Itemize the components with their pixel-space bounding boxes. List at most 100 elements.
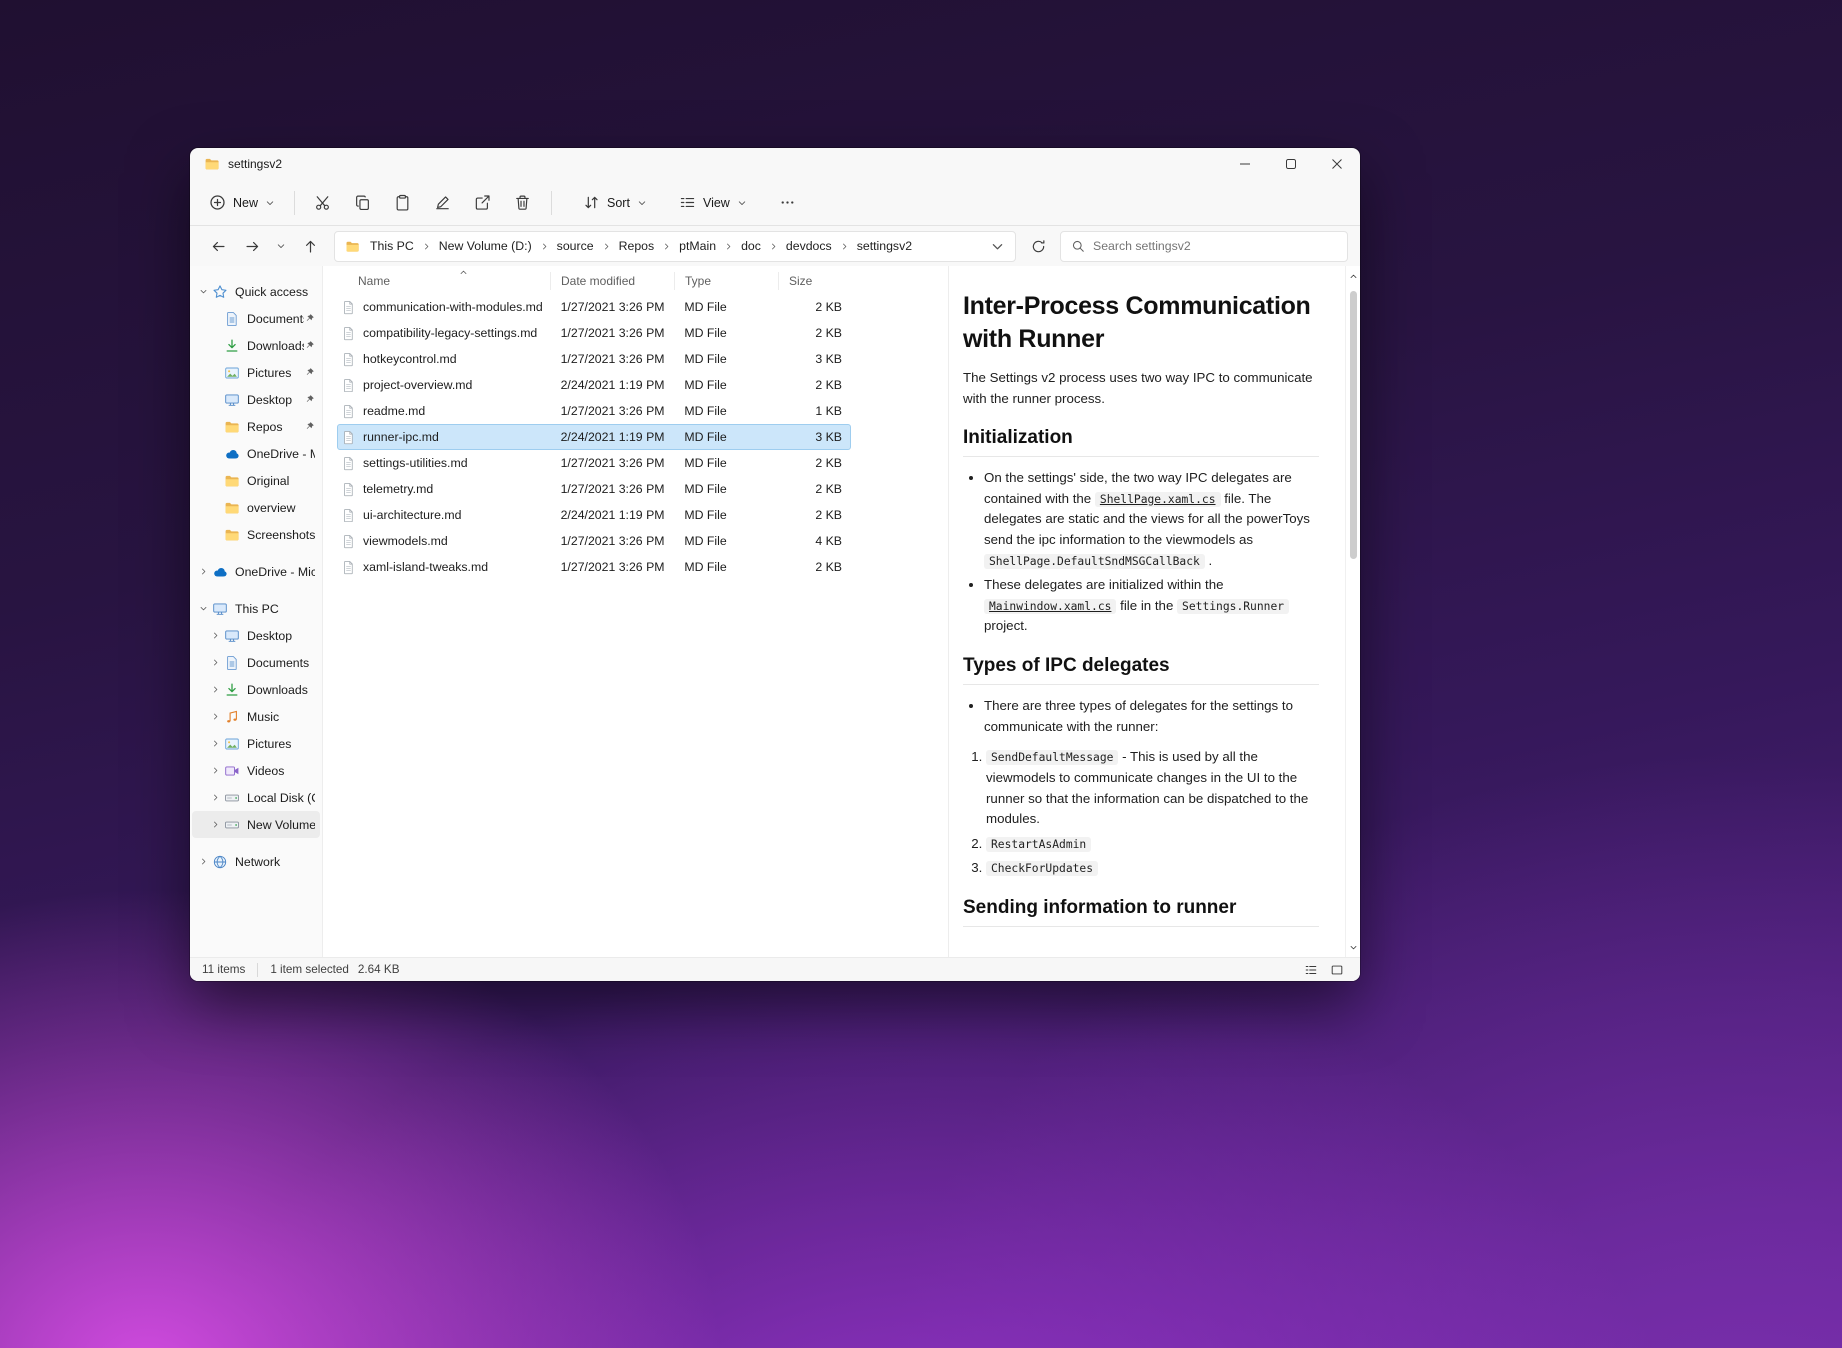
sidebar-item-desktop[interactable]: Desktop bbox=[192, 386, 320, 413]
column-header-name[interactable]: Name bbox=[341, 272, 550, 290]
search-input[interactable] bbox=[1093, 239, 1337, 253]
sidebar-section-onedrive-microsof[interactable]: OneDrive - Microsof bbox=[192, 558, 320, 585]
delete-button[interactable] bbox=[505, 186, 541, 220]
sidebar-item-documents[interactable]: Documents bbox=[192, 649, 320, 676]
tree-chevron-icon[interactable] bbox=[208, 739, 223, 748]
maximize-button[interactable] bbox=[1268, 148, 1314, 180]
sidebar-item-downloads[interactable]: Downloads bbox=[192, 332, 320, 359]
breadcrumb-item-new-volume-d[interactable]: New Volume (D:) bbox=[433, 237, 538, 255]
sidebar-item-screenshots[interactable]: Screenshots bbox=[192, 521, 320, 548]
new-button[interactable]: New bbox=[200, 186, 284, 220]
table-row[interactable]: hotkeycontrol.md1/27/2021 3:26 PMMD File… bbox=[337, 346, 851, 372]
code-link[interactable]: Mainwindow.xaml.cs bbox=[984, 599, 1116, 614]
sidebar-item-pictures[interactable]: Pictures bbox=[192, 359, 320, 386]
column-header-date-modified[interactable]: Date modified bbox=[550, 272, 674, 290]
table-row[interactable]: settings-utilities.md1/27/2021 3:26 PMMD… bbox=[337, 450, 851, 476]
breadcrumb-item-settingsv2[interactable]: settingsv2 bbox=[851, 237, 918, 255]
tree-chevron-icon[interactable] bbox=[208, 820, 223, 829]
breadcrumb-chevron-icon[interactable] bbox=[724, 242, 733, 251]
sidebar-item-downloads[interactable]: Downloads bbox=[192, 676, 320, 703]
preview-scrollbar[interactable] bbox=[1345, 266, 1360, 957]
scroll-down-icon[interactable] bbox=[1346, 940, 1360, 954]
sidebar-item-videos[interactable]: Videos bbox=[192, 757, 320, 784]
table-row[interactable]: project-overview.md2/24/2021 1:19 PMMD F… bbox=[337, 372, 851, 398]
tree-chevron-icon[interactable] bbox=[196, 287, 211, 296]
cut-button[interactable] bbox=[305, 186, 341, 220]
titlebar[interactable]: settingsv2 bbox=[190, 148, 1360, 180]
sidebar-item-repos[interactable]: Repos bbox=[192, 413, 320, 440]
up-button[interactable] bbox=[294, 231, 326, 261]
share-button[interactable] bbox=[465, 186, 501, 220]
sort-button[interactable]: Sort bbox=[574, 186, 656, 220]
table-row[interactable]: telemetry.md1/27/2021 3:26 PMMD File2 KB bbox=[337, 476, 851, 502]
breadcrumb-chevron-icon[interactable] bbox=[540, 242, 549, 251]
sidebar-section-this-pc[interactable]: This PC bbox=[192, 595, 320, 622]
window-folder-icon bbox=[204, 156, 220, 172]
table-row[interactable]: viewmodels.md1/27/2021 3:26 PMMD File4 K… bbox=[337, 528, 851, 554]
tree-chevron-icon[interactable] bbox=[208, 712, 223, 721]
breadcrumb-item-repos[interactable]: Repos bbox=[613, 237, 661, 255]
tree-chevron-icon[interactable] bbox=[196, 857, 211, 866]
breadcrumb-chevron-icon[interactable] bbox=[422, 242, 431, 251]
table-row[interactable]: compatibility-legacy-settings.md1/27/202… bbox=[337, 320, 851, 346]
scrollbar-track[interactable] bbox=[1346, 283, 1360, 940]
tree-chevron-icon[interactable] bbox=[196, 567, 211, 576]
breadcrumb-item-this-pc[interactable]: This PC bbox=[364, 237, 420, 255]
scrollbar-thumb[interactable] bbox=[1350, 291, 1357, 559]
tree-chevron-icon[interactable] bbox=[208, 793, 223, 802]
sidebar-item-pictures[interactable]: Pictures bbox=[192, 730, 320, 757]
breadcrumb-chevron-icon[interactable] bbox=[769, 242, 778, 251]
rename-button[interactable] bbox=[425, 186, 461, 220]
sidebar-item-overview[interactable]: overview bbox=[192, 494, 320, 521]
breadcrumb-chevron-icon[interactable] bbox=[840, 242, 849, 251]
selection-size: 2.64 KB bbox=[358, 963, 400, 976]
breadcrumb-item-source[interactable]: source bbox=[551, 237, 600, 255]
tree-chevron-icon[interactable] bbox=[196, 604, 211, 613]
column-header-size[interactable]: Size bbox=[778, 272, 844, 290]
back-button[interactable] bbox=[202, 231, 234, 261]
sidebar-item-desktop[interactable]: Desktop bbox=[192, 622, 320, 649]
table-row[interactable]: xaml-island-tweaks.md1/27/2021 3:26 PMMD… bbox=[337, 554, 851, 580]
view-button[interactable]: View bbox=[670, 186, 756, 220]
breadcrumb-item-devdocs[interactable]: devdocs bbox=[780, 237, 838, 255]
sidebar-item-label: Documents bbox=[247, 312, 304, 326]
paste-button[interactable] bbox=[385, 186, 421, 220]
breadcrumb-chevron-icon[interactable] bbox=[662, 242, 671, 251]
address-dropdown-icon[interactable] bbox=[990, 239, 1005, 254]
recent-locations-button[interactable] bbox=[270, 231, 292, 261]
table-row[interactable]: communication-with-modules.md1/27/2021 3… bbox=[337, 294, 851, 320]
large-icons-view-button[interactable] bbox=[1326, 960, 1348, 979]
see-more-button[interactable] bbox=[770, 186, 806, 220]
table-row[interactable]: readme.md1/27/2021 3:26 PMMD File1 KB bbox=[337, 398, 851, 424]
preview-list-item: These delegates are initialized within t… bbox=[984, 575, 1319, 637]
file-icon bbox=[340, 482, 356, 497]
details-view-button[interactable] bbox=[1300, 960, 1322, 979]
refresh-button[interactable] bbox=[1022, 231, 1054, 261]
sidebar-item-music[interactable]: Music bbox=[192, 703, 320, 730]
table-row[interactable]: runner-ipc.md2/24/2021 1:19 PMMD File3 K… bbox=[337, 424, 851, 450]
sidebar-item-new-volume-d[interactable]: New Volume (D:) bbox=[192, 811, 320, 838]
sidebar-item-documents[interactable]: Documents bbox=[192, 305, 320, 332]
tree-chevron-icon[interactable] bbox=[208, 658, 223, 667]
breadcrumb-item-ptmain[interactable]: ptMain bbox=[673, 237, 722, 255]
sidebar-section-network[interactable]: Network bbox=[192, 848, 320, 875]
sidebar-item-label: New Volume (D:) bbox=[247, 818, 315, 832]
breadcrumb-chevron-icon[interactable] bbox=[602, 242, 611, 251]
sidebar-item-local-disk-c[interactable]: Local Disk (C:) bbox=[192, 784, 320, 811]
scroll-up-icon[interactable] bbox=[1346, 269, 1360, 283]
code-link[interactable]: ShellPage.xaml.cs bbox=[1095, 492, 1221, 507]
tree-chevron-icon[interactable] bbox=[208, 766, 223, 775]
forward-button[interactable] bbox=[236, 231, 268, 261]
preview-bullet-list: There are three types of delegates for t… bbox=[963, 696, 1319, 737]
table-row[interactable]: ui-architecture.md2/24/2021 1:19 PMMD Fi… bbox=[337, 502, 851, 528]
copy-button[interactable] bbox=[345, 186, 381, 220]
sidebar-section-quick-access[interactable]: Quick access bbox=[192, 278, 320, 305]
tree-chevron-icon[interactable] bbox=[208, 685, 223, 694]
sidebar-item-onedrive-micros[interactable]: OneDrive - Micros bbox=[192, 440, 320, 467]
close-button[interactable] bbox=[1314, 148, 1360, 180]
sidebar-item-original[interactable]: Original bbox=[192, 467, 320, 494]
minimize-button[interactable] bbox=[1222, 148, 1268, 180]
tree-chevron-icon[interactable] bbox=[208, 631, 223, 640]
column-header-type[interactable]: Type bbox=[674, 272, 778, 290]
breadcrumb-item-doc[interactable]: doc bbox=[735, 237, 767, 255]
